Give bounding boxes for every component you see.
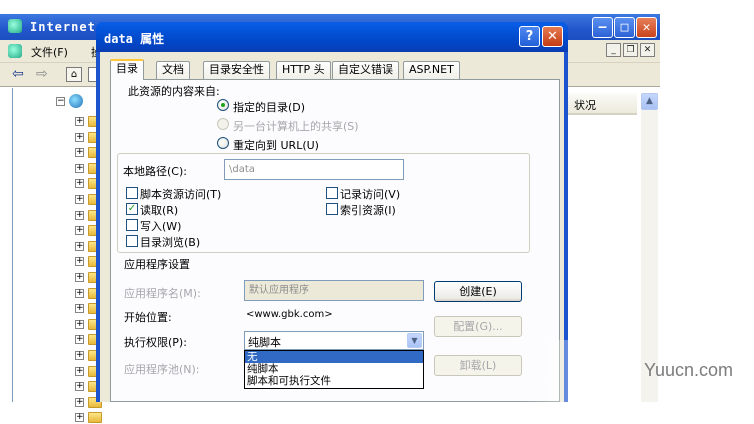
checkbox-directory-browsing[interactable] xyxy=(126,235,138,247)
expand-icon[interactable]: + xyxy=(75,304,84,314)
tree-website-node[interactable]: − xyxy=(56,94,86,108)
watermark-text: Yuucn.com xyxy=(644,360,734,380)
checkbox-script-source-access-label[interactable]: 脚本资源访问(T) xyxy=(140,186,221,202)
expand-icon[interactable]: + xyxy=(75,117,84,126)
dropdown-option-none[interactable]: 无 xyxy=(245,351,423,363)
globe-icon xyxy=(69,94,83,108)
dialog-title: data 属性 xyxy=(104,32,165,46)
execute-permissions-dropdown: 无 纯脚本 脚本和可执行文件 xyxy=(244,350,424,389)
tab-aspnet[interactable]: ASP.NET xyxy=(403,61,460,79)
radio-network-share xyxy=(217,118,229,130)
expand-icon[interactable]: + xyxy=(75,335,84,345)
help-button[interactable]: ? xyxy=(519,26,540,47)
background-window-title: Internet xyxy=(30,20,96,34)
execute-permissions-select[interactable]: 纯脚本 ▼ xyxy=(244,331,424,350)
app-name-label: 应用程序名(M): xyxy=(124,287,201,300)
expand-icon[interactable]: + xyxy=(75,195,84,204)
radio-local-directory[interactable] xyxy=(217,99,229,111)
local-path-field[interactable]: \data xyxy=(224,159,404,180)
checkbox-read[interactable]: ✓ xyxy=(126,203,138,215)
maximize-button[interactable]: □ xyxy=(614,17,635,38)
minimize-button[interactable]: – xyxy=(592,17,613,38)
checkbox-directory-browsing-label[interactable]: 目录浏览(B) xyxy=(140,234,200,250)
checkbox-write-label[interactable]: 写入(W) xyxy=(140,218,181,234)
configuration-button: 配置(G)... xyxy=(434,316,522,337)
expand-icon[interactable]: + xyxy=(75,273,84,282)
mdi-minimize-button[interactable]: _ xyxy=(606,43,621,57)
expand-icon[interactable]: + xyxy=(75,382,84,392)
back-icon[interactable]: ⇦ xyxy=(12,66,24,82)
expand-icon[interactable]: + xyxy=(75,241,84,251)
radio-redirect-url-label[interactable]: 重定向到 URL(U) xyxy=(233,137,319,153)
tab-custom-errors[interactable]: 自定义错误 xyxy=(332,61,399,79)
checkbox-log-visits-label[interactable]: 记录访问(V) xyxy=(340,186,400,202)
radio-local-directory-label[interactable]: 指定的目录(D) xyxy=(233,99,305,115)
start-location-label: 开始位置: xyxy=(124,311,172,324)
status-column-label: 状况 xyxy=(574,99,596,112)
expand-icon[interactable]: + xyxy=(75,257,84,267)
watermark-fade xyxy=(520,340,640,402)
chevron-down-icon[interactable]: ▼ xyxy=(407,333,422,348)
window-close-button[interactable]: ✕ xyxy=(636,17,657,38)
scroll-up-icon[interactable]: ▲ xyxy=(641,93,658,110)
checkbox-script-source-access[interactable] xyxy=(126,187,138,199)
dialog-close-button[interactable]: ✕ xyxy=(542,26,563,47)
menu-file[interactable]: 文件(F) xyxy=(31,44,68,60)
tab-directory[interactable]: 目录 xyxy=(110,59,144,80)
checkbox-log-visits[interactable] xyxy=(326,187,338,199)
expand-icon[interactable]: + xyxy=(75,288,84,298)
expand-icon[interactable]: + xyxy=(75,413,84,423)
radio-network-share-label: 另一台计算机上的共享(S) xyxy=(233,120,359,133)
expand-icon[interactable]: + xyxy=(75,179,84,189)
collapse-icon[interactable]: − xyxy=(56,97,65,106)
forward-icon[interactable]: ⇨ xyxy=(36,66,48,82)
expand-icon[interactable]: + xyxy=(75,210,84,220)
tree-folder-row[interactable]: + xyxy=(75,412,105,424)
dropdown-option-scripts-only[interactable]: 纯脚本 xyxy=(245,363,423,375)
unload-button: 卸载(L) xyxy=(434,355,522,376)
execute-permissions-value: 纯脚本 xyxy=(248,336,281,349)
dropdown-option-scripts-executables[interactable]: 脚本和可执行文件 xyxy=(245,375,423,387)
checkbox-index-resource-label[interactable]: 索引资源(I) xyxy=(340,202,396,218)
mdi-close-button[interactable]: ✕ xyxy=(640,43,655,57)
checkbox-read-label[interactable]: 读取(R) xyxy=(140,202,178,218)
start-location-value: <www.gbk.com> xyxy=(246,309,333,320)
checkbox-write[interactable] xyxy=(126,219,138,231)
mdi-restore-button[interactable]: ❐ xyxy=(623,43,638,57)
app-settings-heading: 应用程序设置 xyxy=(124,258,190,271)
expand-icon[interactable]: + xyxy=(75,366,84,376)
tab-documents[interactable]: 文档 xyxy=(156,61,190,79)
status-column-header[interactable]: 状况 xyxy=(565,93,637,115)
app-pool-label: 应用程序池(N): xyxy=(124,363,200,376)
tree-pane: − + + + + + + + + + + + + + + + + + + + + xyxy=(12,88,102,424)
up-folder-icon[interactable]: ⌂ xyxy=(66,67,82,82)
expand-icon[interactable]: + xyxy=(75,397,84,407)
mdi-app-icon xyxy=(8,44,22,58)
tab-directory-security[interactable]: 目录安全性 xyxy=(203,61,270,79)
list-vertical-scrollbar[interactable]: ▲ xyxy=(641,93,658,402)
create-button[interactable]: 创建(E) xyxy=(434,281,522,302)
folder-icon xyxy=(88,412,102,424)
radio-redirect-url[interactable] xyxy=(217,137,229,149)
expand-icon[interactable]: + xyxy=(75,132,84,142)
dialog-titlebar: data 属性 ? ✕ xyxy=(96,22,568,52)
directory-tab-panel: 此资源的内容来自: 指定的目录(D) 另一台计算机上的共享(S) 重定向到 UR… xyxy=(110,79,560,402)
local-path-label: 本地路径(C): xyxy=(123,165,187,178)
app-name-field: 默认应用程序 xyxy=(244,280,424,301)
expand-icon[interactable]: + xyxy=(75,319,84,329)
checkbox-index-resource[interactable] xyxy=(326,203,338,215)
expand-icon[interactable]: + xyxy=(75,163,84,173)
expand-icon[interactable]: + xyxy=(75,351,84,360)
properties-dialog: data 属性 ? ✕ 目录 文档 目录安全性 HTTP 头 自定义错误 ASP… xyxy=(96,22,568,402)
iis-app-icon xyxy=(8,19,22,33)
expand-icon[interactable]: + xyxy=(75,148,84,158)
execute-permissions-label: 执行权限(P): xyxy=(124,336,187,349)
dialog-body: 目录 文档 目录安全性 HTTP 头 自定义错误 ASP.NET 此资源的内容来… xyxy=(100,52,564,402)
expand-icon[interactable]: + xyxy=(75,226,84,236)
content-source-label: 此资源的内容来自: xyxy=(128,85,220,98)
tab-http-headers[interactable]: HTTP 头 xyxy=(276,61,331,79)
